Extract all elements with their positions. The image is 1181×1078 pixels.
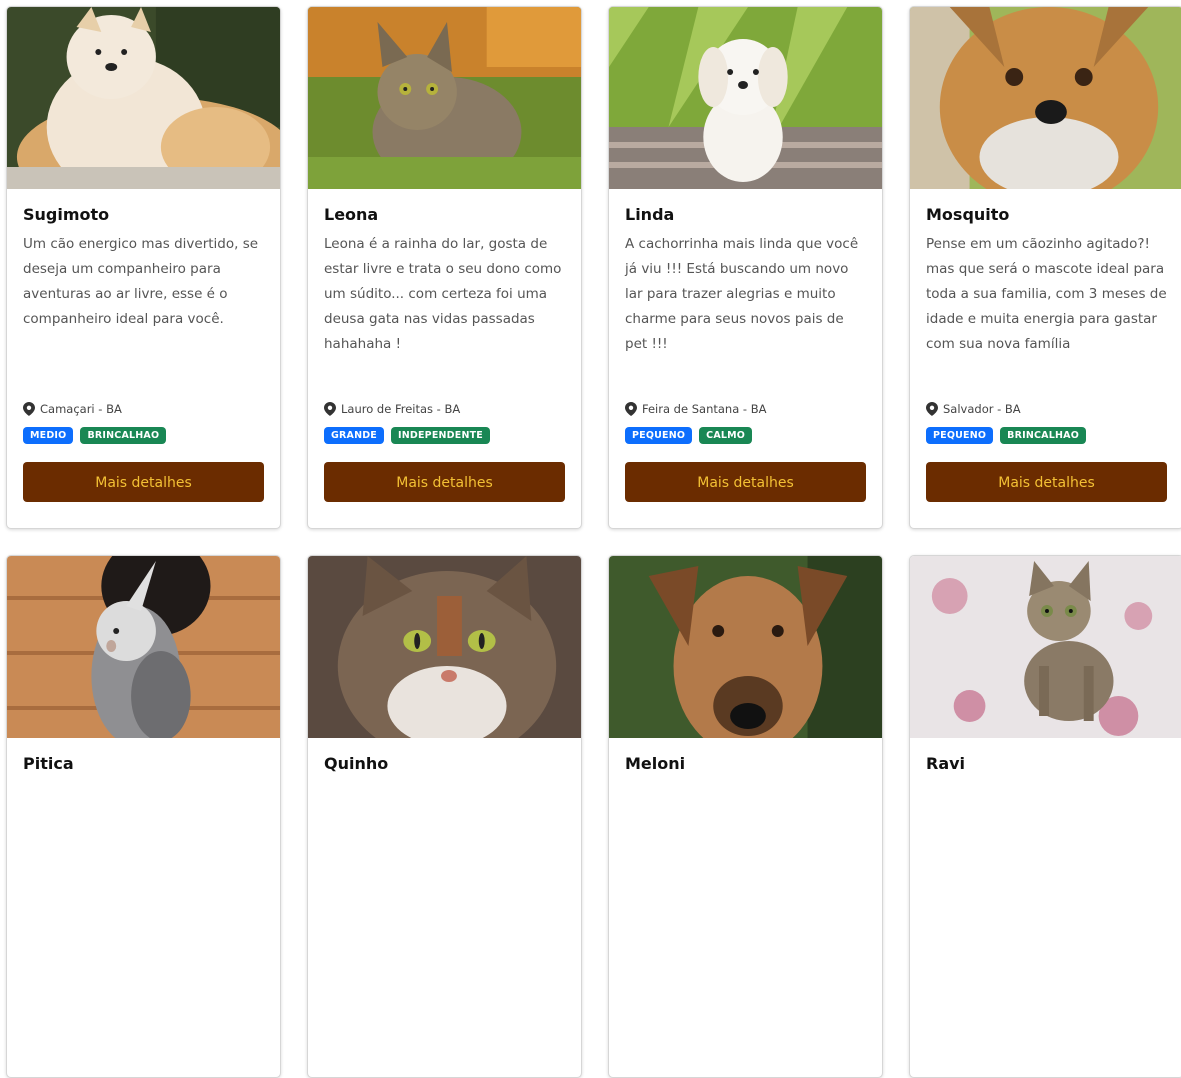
pet-tags: PEQUENO CALMO — [625, 427, 866, 444]
pet-tags: GRANDE INDEPENDENTE — [324, 427, 565, 444]
pet-card: Leona Leona é a rainha do lar, gosta de … — [307, 6, 582, 529]
location-pin-icon — [324, 402, 336, 416]
pet-card: Linda A cachorrinha mais linda que você … — [608, 6, 883, 529]
pet-description: Um cão energico mas divertido, se deseja… — [23, 236, 259, 327]
pet-location: Camaçari - BA — [23, 402, 264, 416]
pet-name: Sugimoto — [23, 205, 110, 224]
pet-photo-maltese — [609, 7, 882, 189]
temperament-badge: CALMO — [699, 427, 753, 444]
pet-photo-brown-dog — [609, 556, 882, 738]
pet-name: Meloni — [625, 754, 686, 773]
pet-location: Lauro de Freitas - BA — [324, 402, 565, 416]
location-pin-icon — [23, 402, 35, 416]
pet-photo-tabby-kitten — [910, 556, 1181, 738]
pet-location: Feira de Santana - BA — [625, 402, 866, 416]
pet-name: Mosquito — [926, 205, 1010, 224]
pet-photo-cockatiel — [7, 556, 280, 738]
location-pin-icon — [926, 402, 938, 416]
pet-name: Linda — [625, 205, 675, 224]
pet-name: Leona — [324, 205, 379, 224]
temperament-badge: INDEPENDENTE — [391, 427, 490, 444]
pet-description: Leona é a rainha do lar, gosta de estar … — [324, 236, 562, 352]
pet-photo-akita — [7, 7, 280, 189]
temperament-badge: BRINCALHAO — [80, 427, 167, 444]
pet-description: A cachorrinha mais linda que você já viu… — [625, 236, 859, 352]
pet-name: Ravi — [926, 754, 966, 773]
pet-photo-yorkshire — [910, 7, 1181, 189]
pet-card: Mosquito Pense em um cãozinho agitado?! … — [909, 6, 1181, 529]
temperament-badge: BRINCALHAO — [1000, 427, 1086, 444]
location-text: Camaçari - BA — [40, 402, 122, 416]
details-button[interactable]: Mais detalhes — [23, 462, 264, 502]
size-badge: GRANDE — [324, 427, 384, 444]
pet-photo-tabby-cat — [308, 7, 581, 189]
pet-tags: MEDIO BRINCALHAO — [23, 427, 264, 444]
size-badge: MEDIO — [23, 427, 74, 444]
details-button[interactable]: Mais detalhes — [625, 462, 866, 502]
pet-card: Quinho — [307, 555, 582, 1078]
pet-card: Pitica — [6, 555, 281, 1078]
location-text: Lauro de Freitas - BA — [341, 402, 461, 416]
pet-description: Pense em um cãozinho agitado?! mas que s… — [926, 236, 1167, 352]
details-button[interactable]: Mais detalhes — [324, 462, 565, 502]
location-pin-icon — [625, 402, 637, 416]
size-badge: PEQUENO — [625, 427, 693, 444]
pet-name: Pitica — [23, 754, 74, 773]
pet-card: Ravi — [909, 555, 1181, 1078]
pet-grid: Sugimoto Um cão energico mas divertido, … — [6, 6, 1181, 1078]
pet-card: Sugimoto Um cão energico mas divertido, … — [6, 6, 281, 529]
pet-name: Quinho — [324, 754, 389, 773]
pet-location: Salvador - BA — [926, 402, 1167, 416]
pet-card: Meloni — [608, 555, 883, 1078]
pet-tags: PEQUENO BRINCALHAO — [926, 427, 1167, 444]
location-text: Salvador - BA — [943, 402, 1021, 416]
pet-photo-cat-closeup — [308, 556, 581, 738]
size-badge: PEQUENO — [926, 427, 994, 444]
location-text: Feira de Santana - BA — [642, 402, 767, 416]
details-button[interactable]: Mais detalhes — [926, 462, 1167, 502]
